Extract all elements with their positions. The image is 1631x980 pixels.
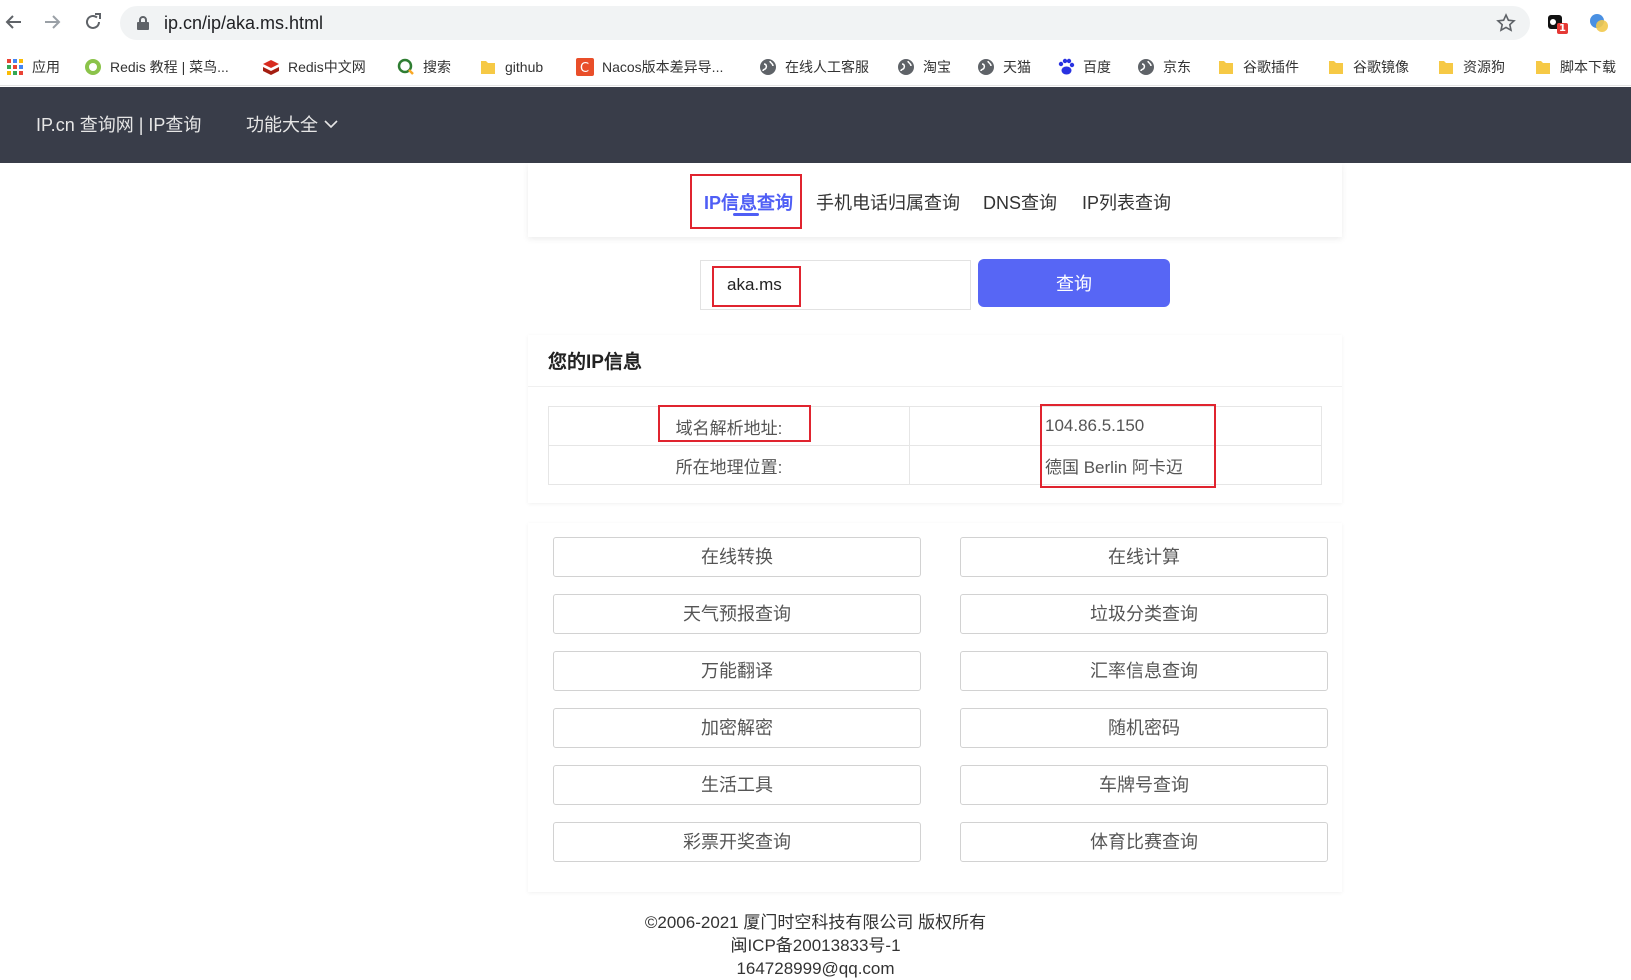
tab-phone-location[interactable]: 手机电话归属查询 (816, 189, 960, 215)
reload-icon (86, 13, 101, 29)
folder-icon (1219, 61, 1233, 74)
copyright-text: ©2006-2021 厦门时空科技有限公司 版权所有 (644, 913, 987, 932)
tool-sports[interactable]: 体育比赛查询 (960, 822, 1328, 862)
bookmark-baidu[interactable]: 百度 (1057, 56, 1111, 78)
folder-icon (481, 61, 495, 74)
translate-extension-icon[interactable] (1588, 12, 1610, 34)
globe-icon (760, 59, 776, 75)
tool-lottery[interactable]: 彩票开奖查询 (553, 822, 921, 862)
folder-icon (1536, 61, 1550, 74)
bookmarks-bar: 应用 Redis 教程 | 菜鸟... Redis中文网 搜索 github C… (0, 46, 1631, 86)
address-bar[interactable]: ip.cn/ip/aka.ms.html (120, 6, 1530, 40)
redis-icon (263, 60, 279, 75)
bookmark-jd[interactable]: 京东 (1137, 56, 1191, 78)
globe-icon (1138, 59, 1154, 75)
bookmark-search[interactable]: 搜索 (397, 56, 451, 78)
tool-encrypt[interactable]: 加密解密 (553, 708, 921, 748)
tool-translate[interactable]: 万能翻译 (553, 651, 921, 691)
bookmark-apps[interactable]: 应用 (6, 56, 60, 78)
tool-garbage-sort[interactable]: 垃圾分类查询 (960, 594, 1328, 634)
annotation-box-tab (690, 174, 802, 229)
arrow-left-icon (5, 15, 21, 29)
footer: ©2006-2021 厦门时空科技有限公司 版权所有 闽ICP备20013833… (0, 911, 1631, 980)
features-menu[interactable]: 功能大全 (246, 111, 338, 137)
star-icon[interactable] (1496, 13, 1516, 33)
bookmark-script-download[interactable]: 脚本下载 (1534, 56, 1616, 78)
csdn-icon: C (576, 58, 594, 76)
bookmark-tmall[interactable]: 天猫 (977, 56, 1031, 78)
globe-icon (978, 59, 994, 75)
arrow-right-icon (45, 15, 61, 29)
annotation-box-label (658, 405, 811, 442)
info-divider (528, 386, 1342, 387)
annotation-box-input (712, 266, 801, 307)
bookmark-taobao[interactable]: 淘宝 (897, 56, 951, 78)
geo-location-label: 所在地理位置: (548, 445, 910, 485)
apps-grid-icon (7, 59, 23, 75)
folder-icon (1329, 61, 1343, 74)
forward-button[interactable] (38, 8, 66, 36)
tab-dns[interactable]: DNS查询 (983, 189, 1057, 215)
chevron-down-icon (324, 120, 338, 129)
runoob-icon (85, 59, 101, 75)
url-text: ip.cn/ip/aka.ms.html (164, 12, 324, 33)
baidu-paw-icon (1058, 58, 1075, 75)
tab-ip-list[interactable]: IP列表查询 (1082, 189, 1171, 215)
tool-online-calc[interactable]: 在线计算 (960, 537, 1328, 577)
bookmark-online-service[interactable]: 在线人工客服 (759, 56, 869, 78)
svg-text:C: C (580, 61, 589, 76)
annotation-box-result (1040, 404, 1216, 488)
features-menu-label: 功能大全 (246, 115, 318, 135)
site-brand[interactable]: IP.cn 查询网 | IP查询 (36, 111, 201, 137)
extension-badge: 1 (1559, 23, 1566, 34)
bookmark-github[interactable]: github (479, 56, 543, 78)
search-q-icon (397, 58, 414, 75)
browser-toolbar: ip.cn/ip/aka.ms.html 1 (0, 0, 1631, 46)
lock-icon (137, 16, 149, 30)
site-header: IP.cn 查询网 | IP查询 功能大全 (0, 87, 1631, 163)
tool-exchange-rate[interactable]: 汇率信息查询 (960, 651, 1328, 691)
tool-plate[interactable]: 车牌号查询 (960, 765, 1328, 805)
bookmark-redis-tutorial[interactable]: Redis 教程 | 菜鸟... (84, 56, 229, 78)
icp-link[interactable]: 闽ICP备20013833号-1 (0, 934, 1631, 957)
contact-email[interactable]: 164728999@qq.com (0, 957, 1631, 980)
tool-life[interactable]: 生活工具 (553, 765, 921, 805)
translate-icon (1590, 14, 1608, 32)
tool-random-password[interactable]: 随机密码 (960, 708, 1328, 748)
extension-icon[interactable]: 1 (1546, 12, 1568, 34)
folder-icon (1439, 61, 1453, 74)
bookmark-redis-cn[interactable]: Redis中文网 (262, 56, 366, 78)
bookmark-chrome-plugins[interactable]: 谷歌插件 (1217, 56, 1299, 78)
query-button[interactable]: 查询 (978, 259, 1170, 307)
bookmark-resource-dog[interactable]: 资源狗 (1437, 56, 1505, 78)
reload-button[interactable] (79, 8, 107, 36)
bookmark-nacos[interactable]: C Nacos版本差异导... (576, 56, 723, 78)
bookmark-chrome-mirror[interactable]: 谷歌镜像 (1327, 56, 1409, 78)
tool-weather[interactable]: 天气预报查询 (553, 594, 921, 634)
tool-online-convert[interactable]: 在线转换 (553, 537, 921, 577)
info-title: 您的IP信息 (548, 352, 642, 373)
back-button[interactable] (0, 8, 28, 36)
globe-icon (898, 59, 914, 75)
